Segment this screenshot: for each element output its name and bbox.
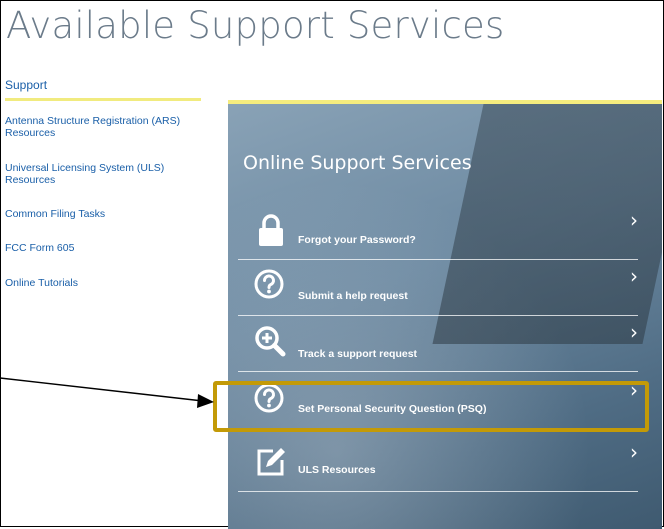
pointer-arrow	[0, 377, 214, 408]
